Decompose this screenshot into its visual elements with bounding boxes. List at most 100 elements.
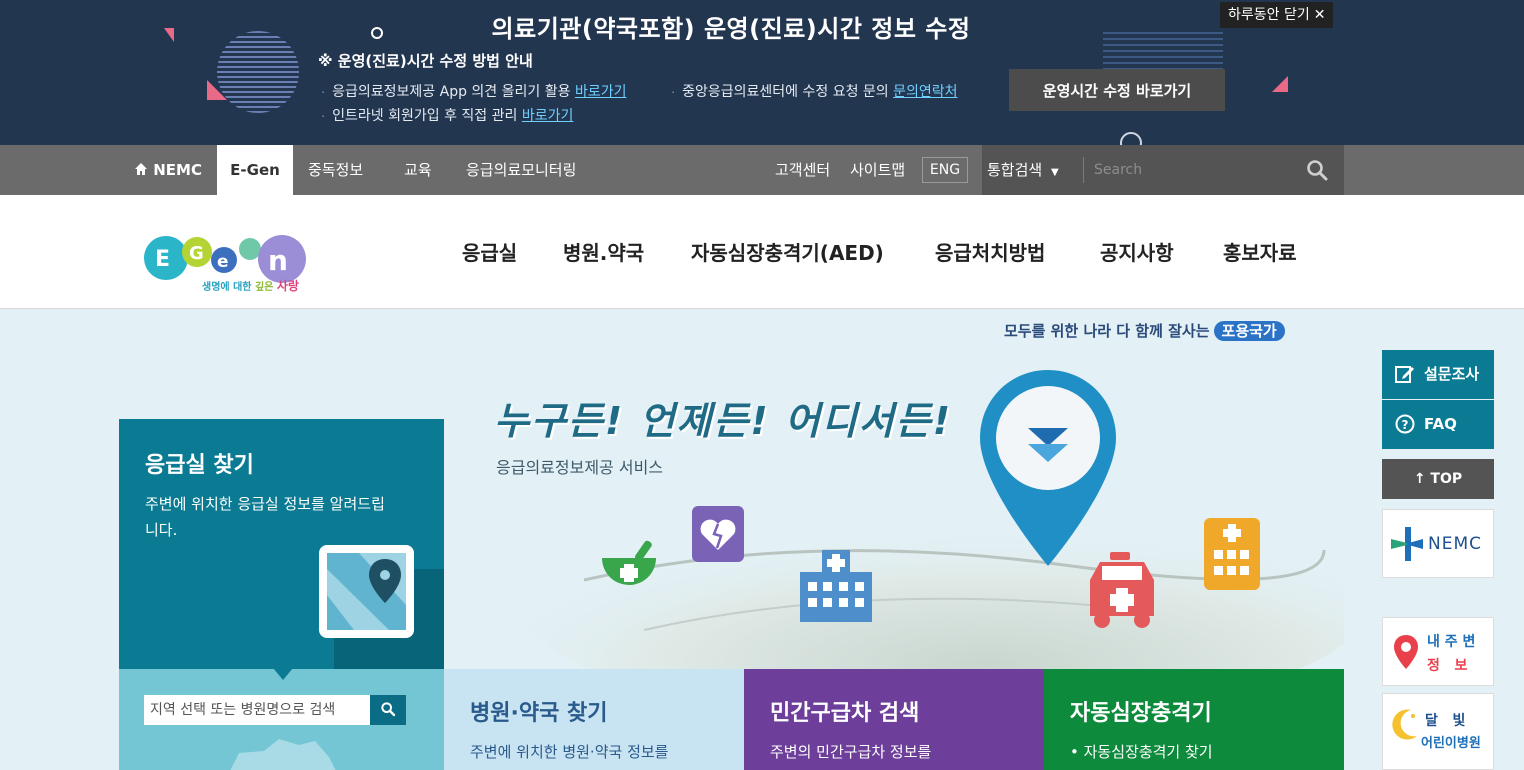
intranet-link[interactable]: 바로가기 bbox=[522, 108, 574, 124]
private-ambulance-tile[interactable]: 민간구급차 검색 주변의 민간구급차 정보를 bbox=[744, 669, 1044, 770]
scroll-top-button[interactable]: ↑ TOP bbox=[1382, 459, 1494, 499]
decorative-triangle bbox=[207, 80, 227, 100]
customer-center-link[interactable]: 고객센터 bbox=[775, 145, 830, 195]
hospital-building-icon bbox=[800, 550, 872, 622]
tab-education[interactable]: 교육 bbox=[404, 145, 432, 195]
utility-nav: NEMC E-Gen 중독정보 교육 응급의료모니터링 고객센터 사이트맵 EN… bbox=[0, 145, 1524, 195]
aed-tile[interactable]: 자동심장충격기 • 자동심장충격기 찾기 bbox=[1044, 669, 1344, 770]
tab-monitoring[interactable]: 응급의료모니터링 bbox=[466, 145, 576, 195]
map-pin-icon bbox=[319, 545, 414, 638]
broken-heart-icon bbox=[692, 506, 744, 562]
svg-text:E: E bbox=[155, 247, 170, 272]
svg-text:?: ? bbox=[1402, 418, 1409, 432]
notice-line-center: ㆍ 중앙응급의료센터에 수정 요청 문의 문의연락처 bbox=[668, 81, 958, 101]
notice-line-intranet: ㆍ 인트라넷 회원가입 후 직접 관리 바로가기 bbox=[318, 105, 573, 125]
map-pin-graphic bbox=[327, 553, 406, 630]
sitemap-link[interactable]: 사이트맵 bbox=[850, 145, 905, 195]
search-type-label: 통합검색 bbox=[987, 161, 1043, 179]
tab-egen[interactable]: E-Gen bbox=[217, 145, 293, 195]
nearby-info-link[interactable]: 내 주 변 정 보 bbox=[1382, 617, 1494, 686]
mortar-pestle-icon bbox=[602, 540, 656, 585]
er-search-input[interactable] bbox=[144, 695, 370, 725]
survey-button[interactable]: 설문조사 bbox=[1382, 350, 1494, 399]
close-for-day-button[interactable]: 하루동안 닫기 ✕ bbox=[1220, 2, 1334, 28]
tile-desc: • 자동심장충격기 찾기 bbox=[1070, 743, 1213, 761]
slogan-text: 모두를 위한 나라 다 함께 잘사는 bbox=[1004, 322, 1210, 340]
er-card-title: 응급실 찾기 bbox=[145, 453, 254, 478]
er-search-button[interactable] bbox=[370, 695, 406, 725]
card-pointer bbox=[273, 668, 293, 680]
er-card-desc: 주변에 위치한 응급실 정보를 알려드립니다. bbox=[145, 495, 385, 539]
global-search: 통합검색 ▼ bbox=[982, 145, 1344, 195]
map-pin-icon bbox=[1394, 635, 1418, 669]
tab-poison-info[interactable]: 중독정보 bbox=[308, 145, 363, 195]
nemc-label: NEMC bbox=[1428, 534, 1482, 554]
faq-button[interactable]: ? FAQ bbox=[1382, 400, 1494, 449]
inclusive-nation-slogan: 모두를 위한 나라 다 함께 잘사는 포용국가 bbox=[1004, 320, 1285, 341]
notice-line-text: 인트라넷 회원가입 후 직접 관리 bbox=[332, 108, 518, 124]
notice-line-text: 응급의료정보제공 App 의견 올리기 활용 bbox=[332, 84, 571, 100]
logo-tagline-a: 생명에 대한 bbox=[202, 282, 252, 293]
pharmacy-building-icon bbox=[1204, 518, 1260, 590]
gnb-notice[interactable]: 공지사항 bbox=[1100, 237, 1174, 266]
decorative-triangle bbox=[1272, 76, 1288, 92]
notice-line-app: ㆍ 응급의료정보제공 App 의견 올리기 활용 바로가기 bbox=[318, 81, 626, 101]
tile-title: 자동심장충격기 bbox=[1070, 701, 1212, 726]
close-label: 하루동안 닫기 bbox=[1228, 7, 1310, 23]
search-type-select[interactable]: 통합검색 ▼ bbox=[987, 145, 1059, 195]
gnb-promotion[interactable]: 홍보자료 bbox=[1223, 237, 1297, 266]
survey-label: 설문조사 bbox=[1424, 365, 1480, 383]
slogan-pill: 포용국가 bbox=[1213, 321, 1285, 341]
moon-icon bbox=[1392, 709, 1417, 740]
logo-tagline-c: 사랑 bbox=[276, 279, 299, 293]
nearby-label-top: 내 주 변 bbox=[1427, 634, 1476, 650]
eng-button[interactable]: ENG bbox=[922, 157, 968, 183]
er-search-area bbox=[119, 668, 444, 770]
hero-subtitle: 응급의료정보제공 서비스 bbox=[496, 458, 664, 477]
contact-link[interactable]: 문의연락처 bbox=[893, 84, 957, 100]
gnb-first-aid[interactable]: 응급처치방법 bbox=[935, 237, 1045, 266]
caret-down-icon: ▼ bbox=[1050, 167, 1059, 178]
er-find-card[interactable]: 응급실 찾기 주변에 위치한 응급실 정보를 알려드립니다. bbox=[119, 419, 444, 669]
faq-label: FAQ bbox=[1424, 415, 1457, 433]
moonlight-label-top: 달 빛 bbox=[1425, 713, 1466, 729]
question-icon: ? bbox=[1395, 414, 1415, 434]
bullet-icon: ㆍ bbox=[318, 86, 329, 99]
tile-desc: 주변에 위치한 병원·약국 정보를 bbox=[470, 743, 669, 761]
svg-text:n: n bbox=[268, 244, 288, 277]
ambulance-icon bbox=[1090, 552, 1154, 628]
svg-text:e: e bbox=[217, 252, 229, 272]
notice-banner: 의료기관(약국포함) 운영(진료)시간 정보 수정 ※ 운영(진료)시간 수정 … bbox=[0, 0, 1524, 145]
edit-hours-button[interactable]: 운영시간 수정 바로가기 bbox=[1009, 69, 1225, 111]
tile-title: 민간구급차 검색 bbox=[770, 701, 920, 726]
nemc-link[interactable]: NEMC bbox=[1382, 509, 1494, 578]
edit-icon bbox=[1395, 366, 1414, 383]
tile-desc: 주변의 민간구급차 정보를 bbox=[770, 743, 932, 761]
gnb-aed[interactable]: 자동심장충격기(AED) bbox=[691, 237, 884, 266]
notice-subtitle: ※ 운영(진료)시간 수정 방법 안내 bbox=[318, 52, 533, 70]
main-header: E G e n 생명에 대한 깊은 사랑 응급실 병원.약국 자동심장충격기(A… bbox=[0, 195, 1524, 309]
hospital-pharmacy-tile[interactable]: 병원·약국 찾기 주변에 위치한 병원·약국 정보를 bbox=[444, 669, 744, 770]
home-icon bbox=[135, 163, 147, 175]
egen-logo[interactable]: E G e n 생명에 대한 깊은 사랑 bbox=[140, 215, 312, 295]
bullet-icon: ㆍ bbox=[318, 110, 329, 123]
search-icon[interactable] bbox=[1305, 158, 1329, 182]
close-icon: ✕ bbox=[1313, 7, 1326, 23]
nearby-label-bottom: 정 보 bbox=[1427, 658, 1468, 674]
search-icon bbox=[381, 701, 396, 716]
hero-visual: 누구든! 언제든! 어디서든! 응급의료정보제공 서비스 bbox=[444, 350, 1344, 670]
gnb-emergency-room[interactable]: 응급실 bbox=[462, 237, 517, 266]
nav-home-nemc[interactable]: NEMC bbox=[134, 145, 202, 195]
nemc-logo-icon bbox=[1391, 527, 1423, 561]
hero-title: 누구든! 언제든! 어디서든! bbox=[494, 399, 953, 443]
region-map-thumbnail bbox=[230, 739, 336, 770]
nav-home-label: NEMC bbox=[153, 161, 202, 179]
gnb-hospital-pharmacy[interactable]: 병원.약국 bbox=[563, 237, 644, 266]
bullet-icon: ㆍ bbox=[668, 86, 679, 99]
search-input[interactable] bbox=[1083, 157, 1293, 183]
app-link[interactable]: 바로가기 bbox=[575, 84, 627, 100]
notice-line-text: 중앙응급의료센터에 수정 요청 문의 bbox=[682, 84, 889, 100]
moonlight-children-hospital-link[interactable]: 달 빛 어린이병원 bbox=[1382, 693, 1494, 770]
decorative-ring bbox=[1120, 132, 1142, 145]
logo-tagline-b: 깊은 bbox=[254, 282, 274, 293]
